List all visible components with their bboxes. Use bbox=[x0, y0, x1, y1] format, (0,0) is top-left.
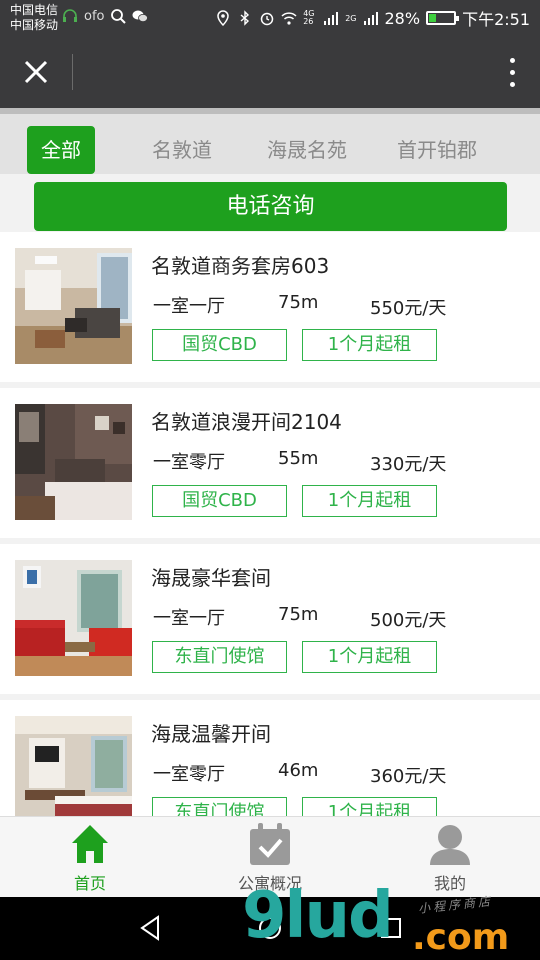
status-bar: 中国电信 中国移动 ofo 4G 26 2G 28% 下午2:51 bbox=[0, 0, 540, 36]
location-tag: 东直门使馆 bbox=[152, 641, 287, 673]
location-tag: 国贸CBD bbox=[152, 485, 287, 517]
lease-term-tag: 1个月起租 bbox=[302, 797, 437, 816]
listing-layout: 一室零厅 bbox=[153, 452, 225, 473]
bluetooth-icon bbox=[240, 10, 250, 26]
filter-tabs: 全部 名敦道 海晟名苑 首开铂郡 bbox=[0, 108, 540, 174]
back-icon[interactable] bbox=[138, 915, 162, 941]
listing-title: 名敦道浪漫开间2104 bbox=[151, 410, 342, 434]
tab-mingdundao[interactable]: 名敦道 bbox=[138, 126, 226, 174]
home-icon bbox=[72, 825, 108, 863]
tab-shoukai[interactable]: 首开铂郡 bbox=[388, 126, 486, 174]
carrier-2: 中国移动 bbox=[10, 18, 59, 32]
network-2g-label: 2G bbox=[345, 13, 357, 23]
listing-photo[interactable] bbox=[15, 716, 132, 816]
call-section: 电话咨询 bbox=[0, 174, 540, 232]
listing-card[interactable]: 名敦道商务套房603 一室一厅 75m 550元/天 国贸CBD 1个月起租 bbox=[0, 232, 540, 382]
alarm-icon bbox=[260, 12, 274, 26]
location-tag: 国贸CBD bbox=[152, 329, 287, 361]
status-right-icons: 4G 26 2G 28% 下午2:51 bbox=[215, 6, 530, 30]
listing-price: 500元/天 bbox=[370, 610, 447, 631]
wechat-icon bbox=[132, 10, 149, 22]
carrier-1: 中国电信 bbox=[10, 3, 59, 17]
network-4g-label: 4G 26 bbox=[303, 9, 315, 26]
wifi-icon bbox=[281, 12, 297, 25]
lease-term-tag: 1个月起租 bbox=[302, 485, 437, 517]
tab-haisheng[interactable]: 海晟名苑 bbox=[258, 126, 356, 174]
nav-home-label: 首页 bbox=[73, 874, 106, 893]
listing-layout: 一室零厅 bbox=[153, 764, 225, 785]
listing-photo[interactable] bbox=[15, 404, 132, 520]
listing-price: 330元/天 bbox=[370, 454, 447, 475]
close-icon[interactable] bbox=[18, 54, 54, 90]
status-left-icons: ofo bbox=[62, 8, 149, 24]
listing-layout: 一室一厅 bbox=[153, 608, 225, 629]
tab-all[interactable]: 全部 bbox=[27, 126, 95, 174]
calendar-check-icon bbox=[250, 823, 290, 865]
listing-photo[interactable] bbox=[15, 560, 132, 676]
battery-percent: 28% bbox=[384, 8, 421, 28]
listing-price: 360元/天 bbox=[370, 766, 447, 787]
watermark-suffix: .com bbox=[412, 917, 510, 958]
ofo-label: ofo bbox=[84, 8, 105, 24]
listing-card[interactable]: 海晟豪华套间 一室一厅 75m 500元/天 东直门使馆 1个月起租 bbox=[0, 544, 540, 694]
listing-photo[interactable] bbox=[15, 248, 132, 364]
headphones-icon bbox=[63, 9, 77, 22]
phone-consult-button[interactable]: 电话咨询 bbox=[34, 182, 507, 231]
clock: 下午2:51 bbox=[462, 10, 530, 29]
listing-card[interactable]: 海晟温馨开间 一室零厅 46m 360元/天 东直门使馆 1个月起租 bbox=[0, 700, 540, 816]
listing-title: 海晟豪华套间 bbox=[151, 566, 271, 590]
listing-title: 海晟温馨开间 bbox=[151, 722, 271, 746]
listing-list: 名敦道商务套房603 一室一厅 75m 550元/天 国贸CBD 1个月起租 名… bbox=[0, 232, 540, 816]
location-tag: 东直门使馆 bbox=[152, 797, 287, 816]
app-header bbox=[0, 36, 540, 108]
lease-term-tag: 1个月起租 bbox=[302, 329, 437, 361]
listing-area: 46m bbox=[278, 760, 319, 781]
battery-fill bbox=[429, 14, 437, 22]
listing-card[interactable]: 名敦道浪漫开间2104 一室零厅 55m 330元/天 国贸CBD 1个月起租 bbox=[0, 388, 540, 538]
listing-area: 75m bbox=[278, 604, 319, 625]
listing-title: 名敦道商务套房603 bbox=[151, 254, 330, 278]
signal-icon-1 bbox=[324, 12, 339, 25]
listing-price: 550元/天 bbox=[370, 298, 447, 319]
listing-area: 55m bbox=[278, 448, 319, 469]
header-divider bbox=[72, 54, 73, 90]
nav-home[interactable]: 首页 bbox=[0, 817, 180, 898]
user-icon bbox=[430, 825, 470, 865]
carrier-labels: 中国电信 中国移动 bbox=[10, 3, 58, 33]
lease-term-tag: 1个月起租 bbox=[302, 641, 437, 673]
search-icon bbox=[111, 9, 127, 24]
listing-area: 75m bbox=[278, 292, 319, 313]
more-vertical-icon[interactable] bbox=[506, 56, 518, 88]
watermark-logo: 9lud bbox=[242, 879, 394, 953]
location-icon bbox=[217, 10, 229, 26]
signal-icon-2 bbox=[363, 12, 378, 25]
battery-icon bbox=[426, 11, 460, 25]
listing-layout: 一室一厅 bbox=[153, 296, 225, 317]
